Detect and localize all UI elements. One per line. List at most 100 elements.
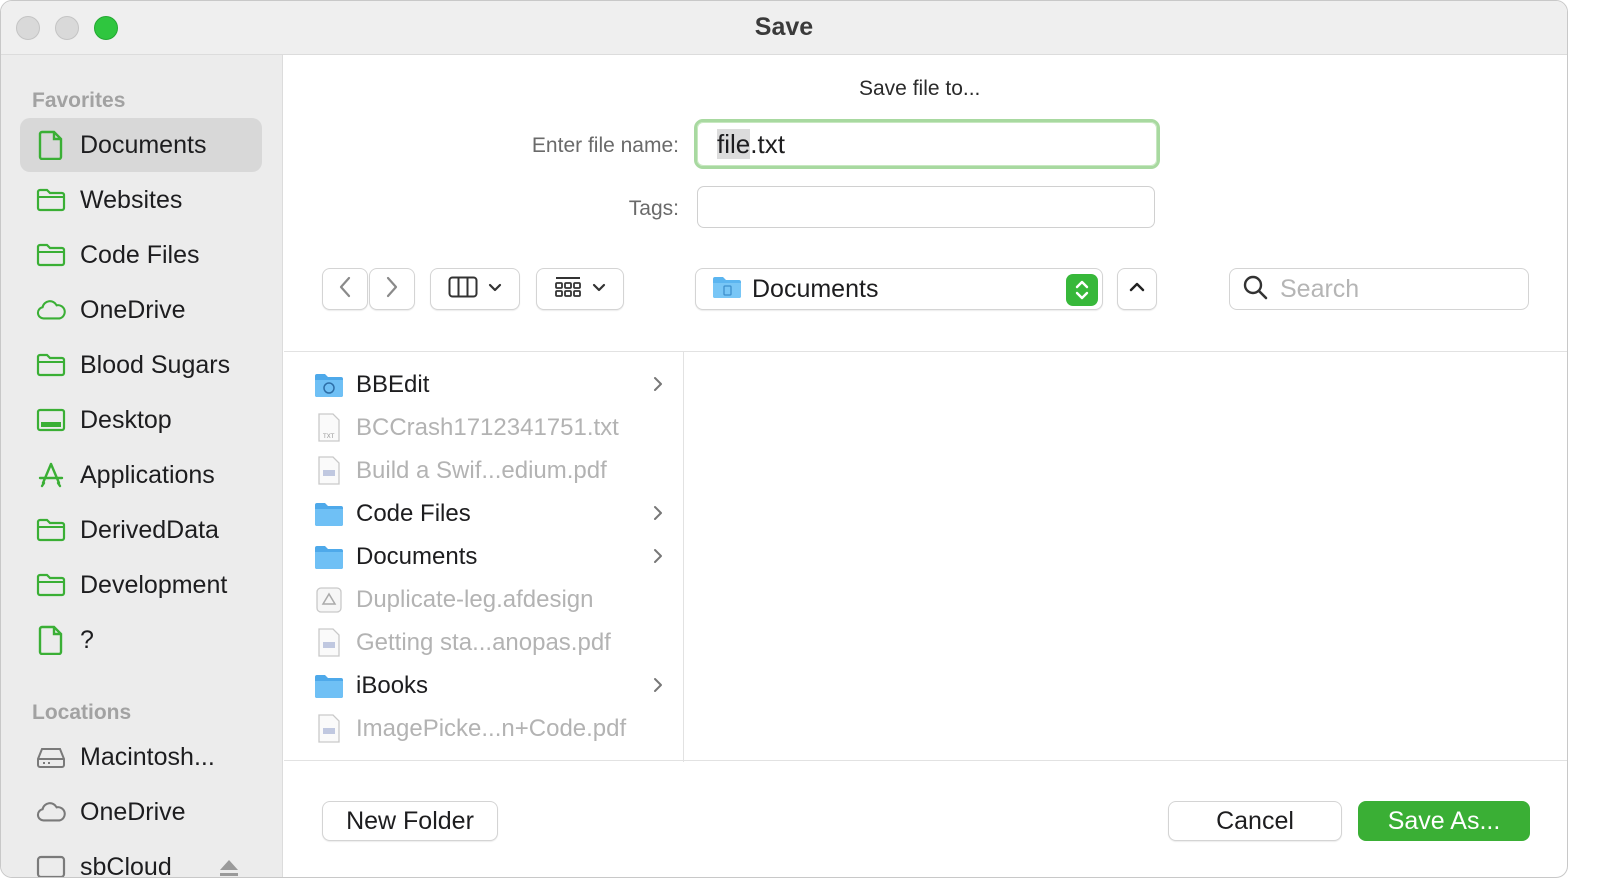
chevron-up-icon — [1129, 280, 1145, 298]
filename-selected-text: file — [717, 129, 751, 159]
pdf-file-icon — [314, 456, 344, 486]
sidebar-item-deriveddata[interactable]: DerivedData — [20, 503, 262, 557]
file-browser: BBEdit TXT BCCrash1712341751.txt Build a… — [284, 351, 1567, 762]
filename-extension: .txt — [750, 129, 785, 159]
drive-icon — [36, 852, 66, 877]
pdf-file-icon — [314, 714, 344, 744]
document-icon — [36, 625, 66, 655]
disk-icon — [36, 742, 66, 772]
sidebar-item-macintosh-hd[interactable]: Macintosh... — [20, 730, 262, 784]
chevron-down-icon — [592, 280, 606, 298]
new-folder-button[interactable]: New Folder — [322, 801, 498, 841]
folder-icon — [314, 671, 344, 701]
txt-file-icon: TXT — [314, 413, 344, 443]
sidebar-item-label: sbCloud — [80, 852, 172, 878]
search-placeholder: Search — [1280, 274, 1360, 303]
afdesign-file-icon — [314, 585, 344, 615]
sidebar-item-sbcloud[interactable]: sbCloud — [20, 840, 262, 878]
chevron-right-icon — [652, 546, 664, 571]
file-row[interactable]: Code Files — [314, 494, 664, 534]
file-name: ImagePicke...n+Code.pdf — [356, 715, 627, 742]
sidebar-item-label: Websites — [80, 185, 183, 214]
chevron-right-icon — [385, 275, 399, 304]
title-bar: Save — [1, 1, 1567, 55]
file-row: Build a Swif...edium.pdf — [314, 451, 664, 491]
search-icon — [1242, 274, 1268, 305]
cancel-button[interactable]: Cancel — [1168, 801, 1342, 841]
filename-label: Enter file name: — [531, 134, 679, 157]
file-name: Code Files — [356, 500, 471, 527]
file-name: Duplicate-leg.afdesign — [356, 586, 594, 613]
location-popup[interactable]: Documents — [695, 268, 1103, 310]
file-name: iBooks — [356, 672, 429, 699]
chevron-down-icon — [488, 280, 502, 298]
sidebar-item-unknown[interactable]: ? — [20, 613, 262, 667]
file-name: BBEdit — [356, 371, 430, 398]
popup-stepper-icon — [1066, 274, 1098, 306]
app-folder-icon — [314, 370, 344, 400]
sidebar-item-documents[interactable]: Documents — [20, 118, 262, 172]
sidebar-item-label: Blood Sugars — [80, 350, 231, 379]
file-browser-column: BBEdit TXT BCCrash1712341751.txt Build a… — [284, 352, 684, 762]
tags-input[interactable] — [697, 186, 1155, 228]
back-button[interactable] — [322, 268, 368, 310]
sidebar-item-applications[interactable]: Applications — [20, 448, 262, 502]
window-title: Save — [754, 13, 814, 41]
file-row[interactable]: iBooks — [314, 666, 664, 706]
folder-icon — [36, 515, 66, 545]
search-input[interactable]: Search — [1229, 268, 1529, 310]
file-name: BCCrash1712341751.txt — [356, 414, 619, 441]
sidebar-item-label: Documents — [80, 130, 207, 159]
folder-icon — [314, 499, 344, 529]
sidebar-item-label: Desktop — [80, 405, 172, 434]
sidebar-item-onedrive[interactable]: OneDrive — [20, 283, 262, 337]
sidebar-item-label: OneDrive — [80, 295, 186, 324]
save-dialog: Save Favorites Documents Websites Code F… — [0, 0, 1568, 878]
sidebar: Favorites Documents Websites Code Files … — [1, 55, 283, 878]
sidebar-item-label: ? — [80, 625, 94, 654]
chevron-left-icon — [338, 275, 352, 304]
save-as-button[interactable]: Save As... — [1358, 801, 1530, 841]
sidebar-item-development[interactable]: Development — [20, 558, 262, 612]
cloud-icon — [36, 295, 66, 325]
sidebar-item-onedrive-location[interactable]: OneDrive — [20, 785, 262, 839]
sidebar-item-label: Macintosh... — [80, 742, 215, 771]
sidebar-item-websites[interactable]: Websites — [20, 173, 262, 227]
sidebar-item-code-files[interactable]: Code Files — [20, 228, 262, 282]
forward-button[interactable] — [369, 268, 415, 310]
folder-icon — [36, 570, 66, 600]
file-name: Documents — [356, 543, 478, 570]
sidebar-section-locations: Locations — [32, 701, 132, 724]
save-panel: Save file to... Enter file name: file.tx… — [284, 55, 1567, 877]
file-row: Getting sta...anopas.pdf — [314, 623, 664, 663]
sidebar-item-blood-sugars[interactable]: Blood Sugars — [20, 338, 262, 392]
sidebar-section-favorites: Favorites — [32, 89, 126, 112]
folder-icon — [36, 240, 66, 270]
desktop-icon — [36, 405, 66, 435]
view-mode-button[interactable] — [430, 268, 520, 310]
file-row[interactable]: Documents — [314, 537, 664, 577]
chevron-right-icon — [652, 675, 664, 700]
sidebar-item-label: Code Files — [80, 240, 200, 269]
file-name: Build a Swif...edium.pdf — [356, 457, 607, 484]
file-row: ImagePicke...n+Code.pdf — [314, 709, 664, 749]
grid-group-icon — [554, 276, 582, 303]
sidebar-item-desktop[interactable]: Desktop — [20, 393, 262, 447]
file-name: Getting sta...anopas.pdf — [356, 629, 611, 656]
collapse-browser-button[interactable] — [1117, 268, 1157, 310]
sidebar-item-label: OneDrive — [80, 797, 186, 826]
cloud-icon — [36, 797, 66, 827]
chevron-right-icon — [652, 503, 664, 528]
chevron-right-icon — [652, 374, 664, 399]
folder-icon — [314, 542, 344, 572]
sidebar-item-label: DerivedData — [80, 515, 219, 544]
save-prompt-text: Save file to... — [859, 77, 981, 100]
svg-text:TXT: TXT — [322, 433, 335, 440]
location-label: Documents — [752, 274, 879, 303]
group-by-button[interactable] — [536, 268, 624, 310]
file-row[interactable]: BBEdit — [314, 365, 664, 405]
documents-folder-icon — [712, 275, 742, 304]
document-icon — [36, 130, 66, 160]
eject-icon[interactable] — [218, 858, 240, 877]
filename-input[interactable]: file.txt — [694, 119, 1160, 169]
